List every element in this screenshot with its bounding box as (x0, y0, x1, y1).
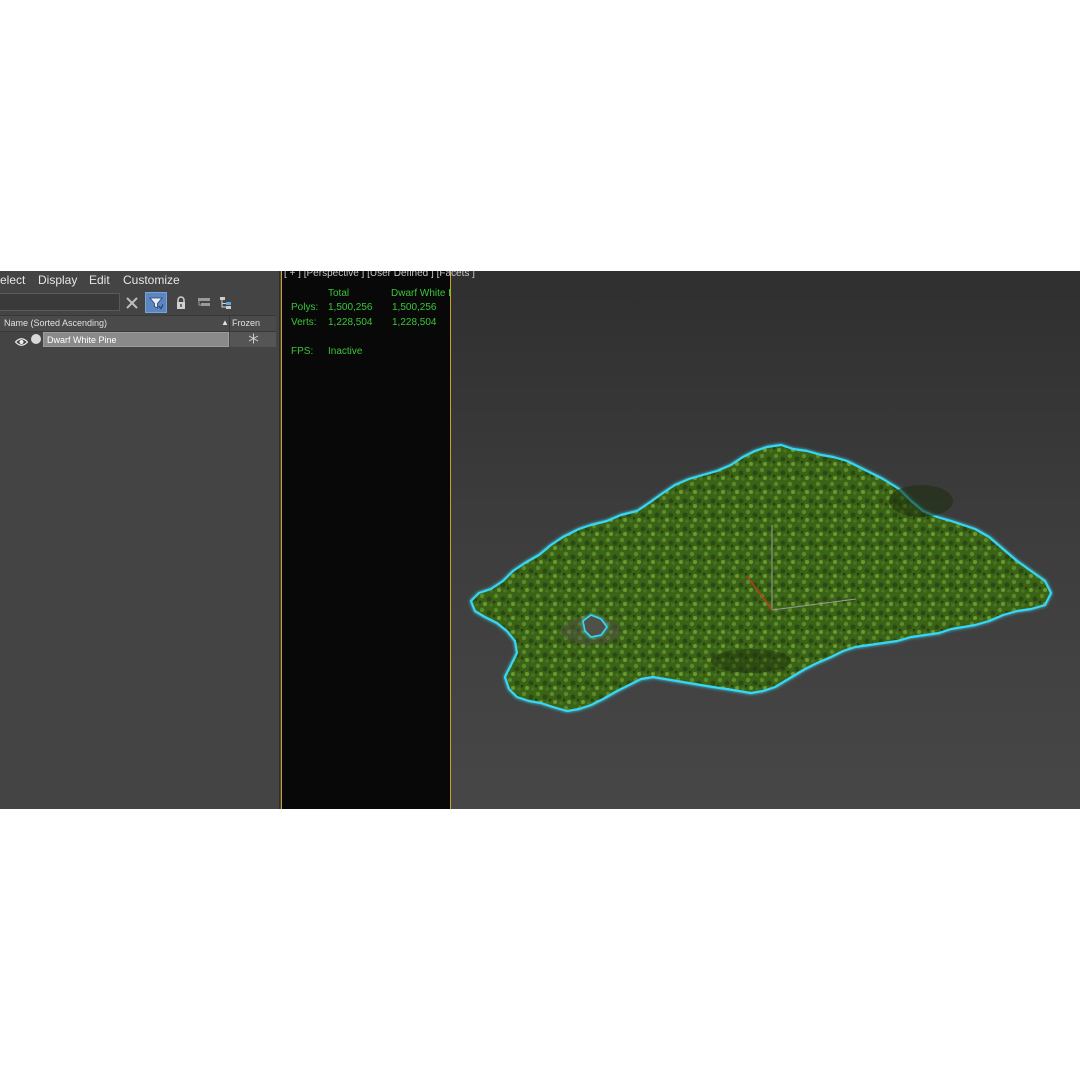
snowflake-icon (248, 331, 259, 349)
list-item[interactable]: Dwarf White Pine (0, 332, 276, 347)
scene-explorer-panel: elect Display Edit Customize Name (Sorte… (0, 271, 280, 809)
stats-verts-object: 1,228,504 (392, 317, 437, 328)
column-header: Name (Sorted Ascending) ▲ Frozen (0, 315, 276, 332)
stats-polys-total: 1,500,256 (328, 302, 373, 313)
stats-verts-label: Verts: (291, 317, 317, 328)
app-window: elect Display Edit Customize Name (Sorte… (0, 271, 1080, 809)
render-toggle-icon[interactable] (31, 334, 41, 344)
column-divider[interactable] (229, 316, 230, 331)
menu-display[interactable]: Display (38, 273, 77, 287)
viewport-label[interactable]: [ + ] [Perspective ] [User Defined ] [Fa… (284, 271, 475, 279)
scene-render[interactable] (451, 271, 1080, 809)
stats-verts-total: 1,228,504 (328, 317, 373, 328)
explorer-toolbar (0, 291, 279, 315)
dwarf-white-pine-mesh[interactable] (469, 443, 1053, 713)
lock-icon[interactable] (170, 292, 192, 313)
menu-select[interactable]: elect (0, 273, 25, 287)
menu-edit[interactable]: Edit (89, 273, 110, 287)
menu-bar: elect Display Edit Customize (0, 271, 279, 290)
menu-customize[interactable]: Customize (123, 273, 180, 287)
perspective-viewport[interactable] (451, 271, 1080, 809)
column-frozen-header[interactable]: Frozen (232, 318, 260, 328)
column-name-header[interactable]: Name (Sorted Ascending) (4, 318, 107, 328)
statistics-viewport[interactable]: Total Dwarf White Pine Polys: 1,500,256 … (281, 271, 468, 809)
sort-ascending-icon: ▲ (221, 318, 229, 327)
stats-polys-label: Polys: (291, 302, 319, 313)
filter-icon[interactable] (145, 292, 167, 313)
stats-polys-object: 1,500,256 (392, 302, 437, 313)
object-name[interactable]: Dwarf White Pine (43, 332, 229, 347)
frozen-toggle[interactable] (230, 332, 276, 347)
tree-icon[interactable] (215, 292, 237, 313)
stats-header-total: Total (328, 288, 350, 299)
search-input[interactable] (0, 293, 120, 311)
clear-search-icon[interactable] (121, 292, 143, 313)
eye-icon[interactable] (14, 334, 29, 352)
stats-fps-value: Inactive (328, 346, 363, 357)
stats-fps-label: FPS: (291, 346, 314, 357)
hierarchy-icon[interactable] (193, 292, 215, 313)
